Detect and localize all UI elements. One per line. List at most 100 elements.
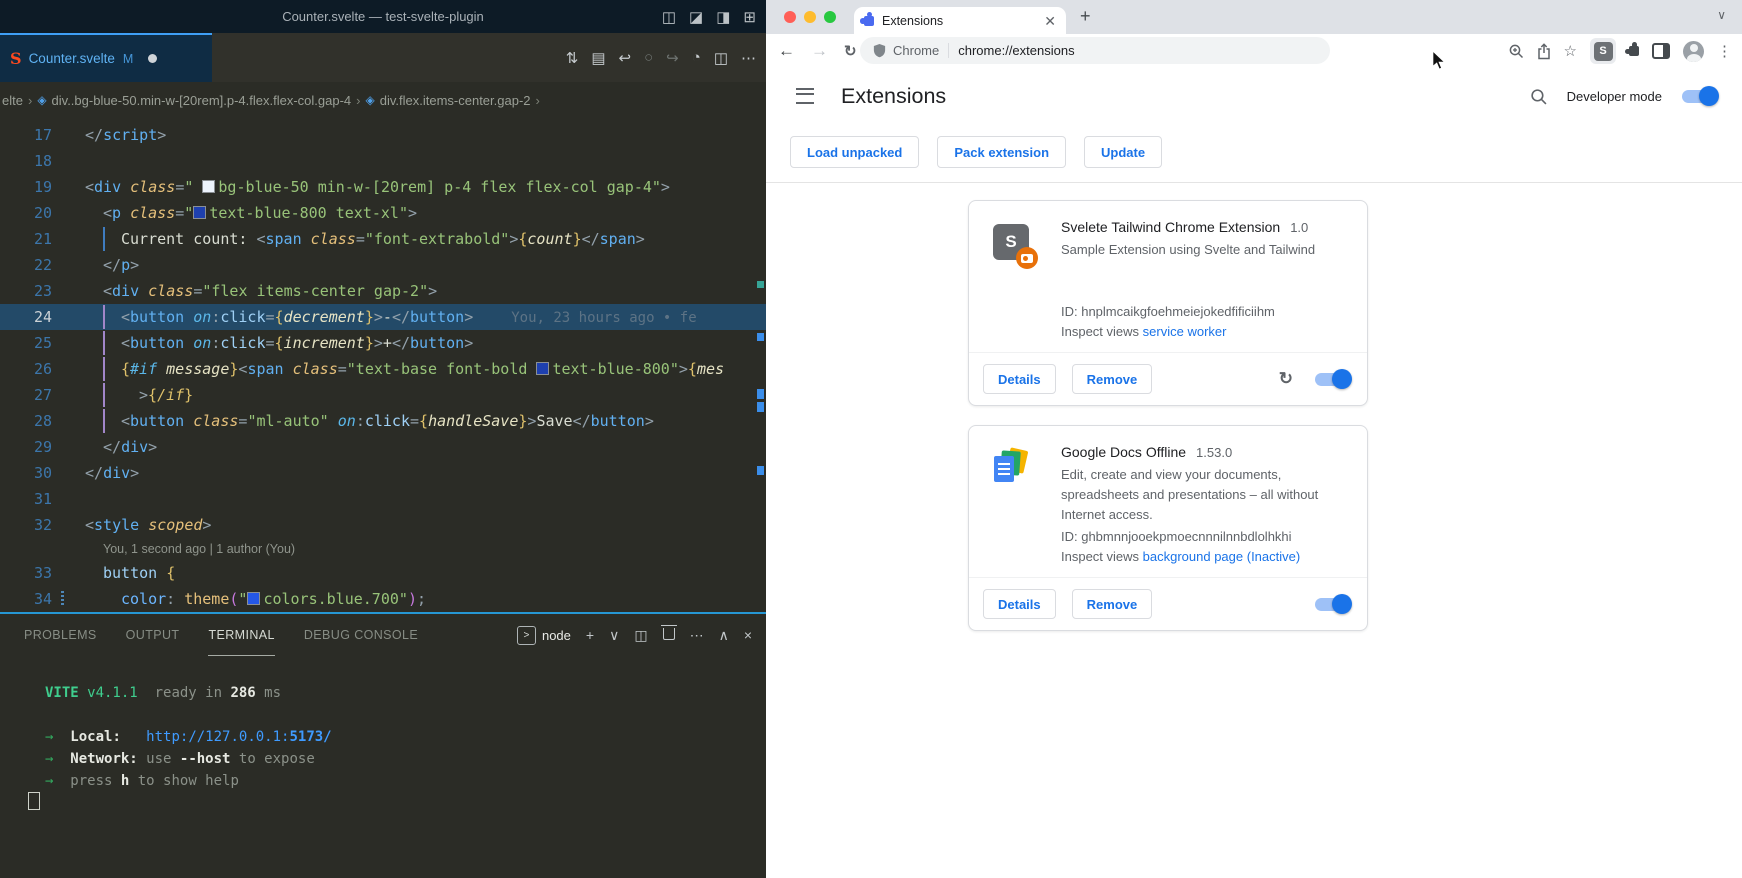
- toggle-panel-icon[interactable]: ◪: [689, 8, 703, 26]
- split-editor-icon[interactable]: ◫: [714, 49, 728, 67]
- toggle-secondary-sidebar-icon[interactable]: ◨: [716, 8, 730, 26]
- code-line[interactable]: 34color: theme("colors.blue.700");: [0, 586, 766, 612]
- code-token: :: [211, 308, 220, 326]
- load-unpacked-button[interactable]: Load unpacked: [790, 136, 919, 168]
- customize-layout-icon[interactable]: ⊞: [743, 8, 756, 26]
- code-token: div: [121, 438, 148, 456]
- pinned-extension-svelte-icon[interactable]: S: [1590, 38, 1616, 64]
- code-line[interactable]: 24<button on:click={decrement}>-</button…: [0, 304, 766, 330]
- code-line[interactable]: 18: [0, 148, 766, 174]
- side-panel-icon[interactable]: [1652, 43, 1670, 59]
- menu-icon[interactable]: [796, 88, 814, 104]
- code-text: [85, 486, 766, 512]
- more-actions-icon[interactable]: ⋯: [690, 627, 704, 644]
- panel-tab-terminal[interactable]: TERMINAL: [208, 615, 274, 656]
- code-line[interactable]: 26{#if message}<span class="text-base fo…: [0, 356, 766, 382]
- reload-icon[interactable]: ↻: [844, 42, 857, 60]
- launch-profile-chevron-icon[interactable]: ∨: [609, 627, 619, 644]
- breadcrumb-file[interactable]: elte: [2, 93, 23, 108]
- code-token: >: [645, 412, 654, 430]
- icon-letter: S: [1005, 232, 1016, 252]
- extension-enabled-toggle[interactable]: [1315, 373, 1349, 386]
- forward-icon[interactable]: →: [811, 41, 828, 61]
- tab-search-chevron-icon[interactable]: ∨: [1717, 8, 1726, 22]
- code-line[interactable]: 22</p>: [0, 252, 766, 278]
- code-token: text-blue-800": [552, 360, 678, 378]
- code-line[interactable]: 23<div class="flex items-center gap-2">: [0, 278, 766, 304]
- pack-extension-button[interactable]: Pack extension: [937, 136, 1066, 168]
- profile-avatar[interactable]: [1683, 41, 1704, 62]
- code-editor[interactable]: 17</script>1819<div class=" bg-blue-50 m…: [0, 118, 766, 612]
- nav-dot-icon[interactable]: ○: [644, 49, 653, 66]
- open-changes-icon[interactable]: ▤: [591, 49, 605, 67]
- source-control-compare-icon[interactable]: ⇅: [566, 49, 579, 67]
- bookmark-star-icon[interactable]: ☆: [1564, 42, 1577, 60]
- tab-close-icon[interactable]: ✕: [1044, 14, 1056, 28]
- code-line[interactable]: 30</div>: [0, 460, 766, 486]
- code-line[interactable]: 17</script>: [0, 122, 766, 148]
- traffic-light-minimize[interactable]: [804, 11, 816, 23]
- toggle-primary-sidebar-icon[interactable]: ◫: [662, 8, 676, 26]
- close-panel-icon[interactable]: ×: [744, 627, 752, 643]
- code-line[interactable]: 21Current count: <span class="font-extra…: [0, 226, 766, 252]
- kill-terminal-icon[interactable]: [663, 627, 675, 643]
- code-line[interactable]: 33button {: [0, 560, 766, 586]
- remove-button[interactable]: Remove: [1072, 589, 1153, 619]
- code-line[interactable]: 19<div class=" bg-blue-50 min-w-[20rem] …: [0, 174, 766, 200]
- nav-forward-icon[interactable]: ↪: [666, 49, 679, 67]
- developer-mode-toggle[interactable]: [1682, 90, 1716, 103]
- reload-extension-icon[interactable]: ↻: [1279, 369, 1293, 389]
- overview-ruler-mark: [757, 402, 764, 412]
- code-token: >: [374, 308, 383, 326]
- code-text: <p class="text-blue-800 text-xl">: [85, 200, 766, 226]
- panel-tab-problems[interactable]: PROBLEMS: [24, 615, 97, 656]
- inspect-views-link[interactable]: background page (Inactive): [1143, 549, 1301, 564]
- code-line[interactable]: 29</div>: [0, 434, 766, 460]
- details-button[interactable]: Details: [983, 364, 1056, 394]
- breadcrumb-item[interactable]: div..bg-blue-50.min-w-[20rem].p-4.flex.f…: [52, 93, 352, 108]
- update-button[interactable]: Update: [1084, 136, 1162, 168]
- code-line[interactable]: 32<style scoped>: [0, 512, 766, 538]
- inspect-views-link[interactable]: service worker: [1143, 324, 1227, 339]
- nav-back-icon[interactable]: ↩: [619, 49, 632, 67]
- zoom-icon[interactable]: [1508, 43, 1524, 59]
- panel-tab-output[interactable]: OUTPUT: [126, 615, 180, 656]
- chrome-menu-icon[interactable]: ⋮: [1717, 42, 1732, 60]
- code-line[interactable]: 20<p class="text-blue-800 text-xl">: [0, 200, 766, 226]
- tab-counter-svelte[interactable]: S Counter.svelte M: [0, 33, 212, 82]
- url-text[interactable]: chrome://extensions: [958, 43, 1074, 58]
- code-line[interactable]: 25<button on:click={increment}>+</button…: [0, 330, 766, 356]
- code-line[interactable]: 31: [0, 486, 766, 512]
- code-token: <: [121, 334, 130, 352]
- search-icon[interactable]: [1530, 88, 1547, 105]
- code-token: }: [184, 386, 193, 404]
- maximize-panel-icon[interactable]: ∧: [719, 627, 729, 644]
- panel-tab-debug-console[interactable]: DEBUG CONSOLE: [304, 615, 418, 656]
- code-token: increment: [284, 334, 365, 352]
- code-line[interactable]: 27>{/if}: [0, 382, 766, 408]
- card-icon-col: S: [993, 219, 1061, 352]
- extensions-menu-icon[interactable]: [1629, 46, 1639, 56]
- new-terminal-icon[interactable]: +: [586, 627, 594, 643]
- terminal-profile[interactable]: > node: [517, 626, 571, 645]
- terminal[interactable]: VITE v4.1.1 ready in 286 ms→ Local: http…: [0, 656, 766, 814]
- back-icon[interactable]: ←: [778, 41, 795, 61]
- code-token: =: [356, 230, 365, 248]
- unsaved-dot-icon[interactable]: [148, 54, 157, 63]
- code-line[interactable]: 28<button class="ml-auto" on:click={hand…: [0, 408, 766, 434]
- split-terminal-icon[interactable]: ◫: [634, 627, 647, 644]
- more-actions-icon[interactable]: ⋯: [741, 49, 756, 67]
- inspect-views: Inspect views background page (Inactive): [1061, 547, 1347, 567]
- traffic-light-close[interactable]: [784, 11, 796, 23]
- new-tab-icon[interactable]: +: [1080, 6, 1091, 27]
- breadcrumb-item[interactable]: div.flex.items-center.gap-2: [380, 93, 531, 108]
- details-button[interactable]: Details: [983, 589, 1056, 619]
- traffic-light-fullscreen[interactable]: [824, 11, 836, 23]
- code-token: >: [679, 360, 688, 378]
- extension-enabled-toggle[interactable]: [1315, 598, 1349, 611]
- run-profile-icon[interactable]: ◔: [692, 49, 701, 66]
- remove-button[interactable]: Remove: [1072, 364, 1153, 394]
- address-bar[interactable]: Chrome chrome://extensions: [860, 37, 1330, 64]
- share-icon[interactable]: [1537, 43, 1551, 60]
- tab-extensions[interactable]: Extensions ✕: [854, 7, 1066, 34]
